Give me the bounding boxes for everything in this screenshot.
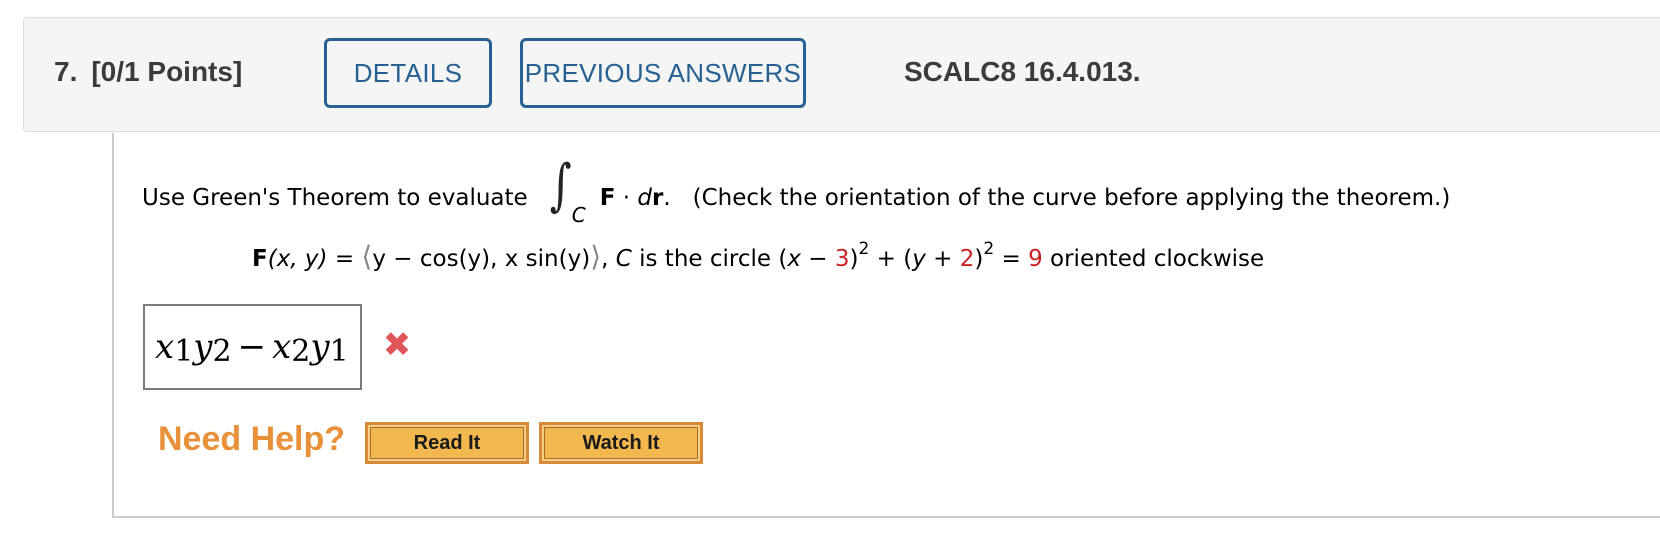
integral-symbol: ∫ [549, 153, 572, 218]
answer-y1: y [310, 327, 330, 367]
equals: = [994, 246, 1029, 272]
question-index: 7. [54, 56, 78, 87]
differential-d: d [637, 185, 652, 211]
dot-operator: · [615, 185, 638, 211]
left-angle-bracket: ⟨ [361, 240, 373, 273]
field-components: y − cos(y), x sin(y) [372, 246, 591, 272]
minus: − [800, 246, 835, 272]
exponent: 2 [858, 239, 870, 260]
watch-it-button[interactable]: Watch It [539, 422, 703, 464]
exponent: 2 [983, 239, 995, 260]
prompt-note: (Check the orientation of the curve befo… [692, 185, 1451, 211]
answer-x1: x [155, 327, 175, 367]
line-integral-icon: ∫ C [542, 153, 594, 231]
answer-minus: − [237, 327, 267, 367]
radius-squared: 9 [1028, 246, 1043, 272]
subscript: 1 [329, 333, 349, 369]
subscript: 2 [212, 333, 232, 369]
field-F: F [252, 246, 268, 272]
right-angle-bracket: ⟩ [590, 240, 602, 273]
field-args: (x, y) [267, 246, 328, 272]
question-points: [0/1 Points] [91, 56, 243, 87]
question-header: 7. [0/1 Points] DETAILS PREVIOUS ANSWERS … [23, 17, 1660, 132]
equals: = [327, 246, 362, 272]
comma: , [601, 246, 616, 272]
incorrect-x-icon: ✖ [382, 325, 412, 365]
need-help-label: Need Help? [158, 420, 346, 458]
subscript: 2 [291, 333, 311, 369]
details-button[interactable]: DETAILS [324, 38, 492, 108]
answer-input[interactable]: x 1 y 2− x 2 y 1 [143, 304, 362, 390]
prompt-line: Use Green's Theorem to evaluate ∫ C F · … [142, 153, 1451, 231]
question-reference: SCALC8 16.4.013. [904, 56, 1141, 87]
question-number: 7. [0/1 Points] [54, 56, 242, 88]
plus-open: + ( [869, 246, 913, 272]
vector-r: r [651, 185, 664, 211]
integral-subscript: C [571, 203, 586, 227]
period: . [663, 185, 671, 211]
vector-F: F [599, 185, 616, 211]
plus: + [925, 246, 960, 272]
subscript: 1 [174, 333, 194, 369]
orientation-text: oriented clockwise [1042, 246, 1265, 272]
vector-field-line: F(x, y) = ⟨y − cos(y), x sin(y)⟩, C is t… [252, 239, 1265, 273]
center-h: 3 [834, 246, 850, 272]
prompt-intro: Use Green's Theorem to evaluate [142, 185, 528, 211]
answer-x2: x [272, 327, 292, 367]
center-k: 2 [959, 246, 975, 272]
circle-text: is the circle ( [631, 246, 788, 272]
answer-y2: y [193, 327, 213, 367]
curve-C: C [615, 246, 632, 272]
read-it-button[interactable]: Read It [365, 422, 529, 464]
close-paren: ) [974, 246, 984, 272]
previous-answers-button[interactable]: PREVIOUS ANSWERS [520, 38, 806, 108]
var-x: x [787, 246, 801, 272]
var-y: y [912, 246, 926, 272]
